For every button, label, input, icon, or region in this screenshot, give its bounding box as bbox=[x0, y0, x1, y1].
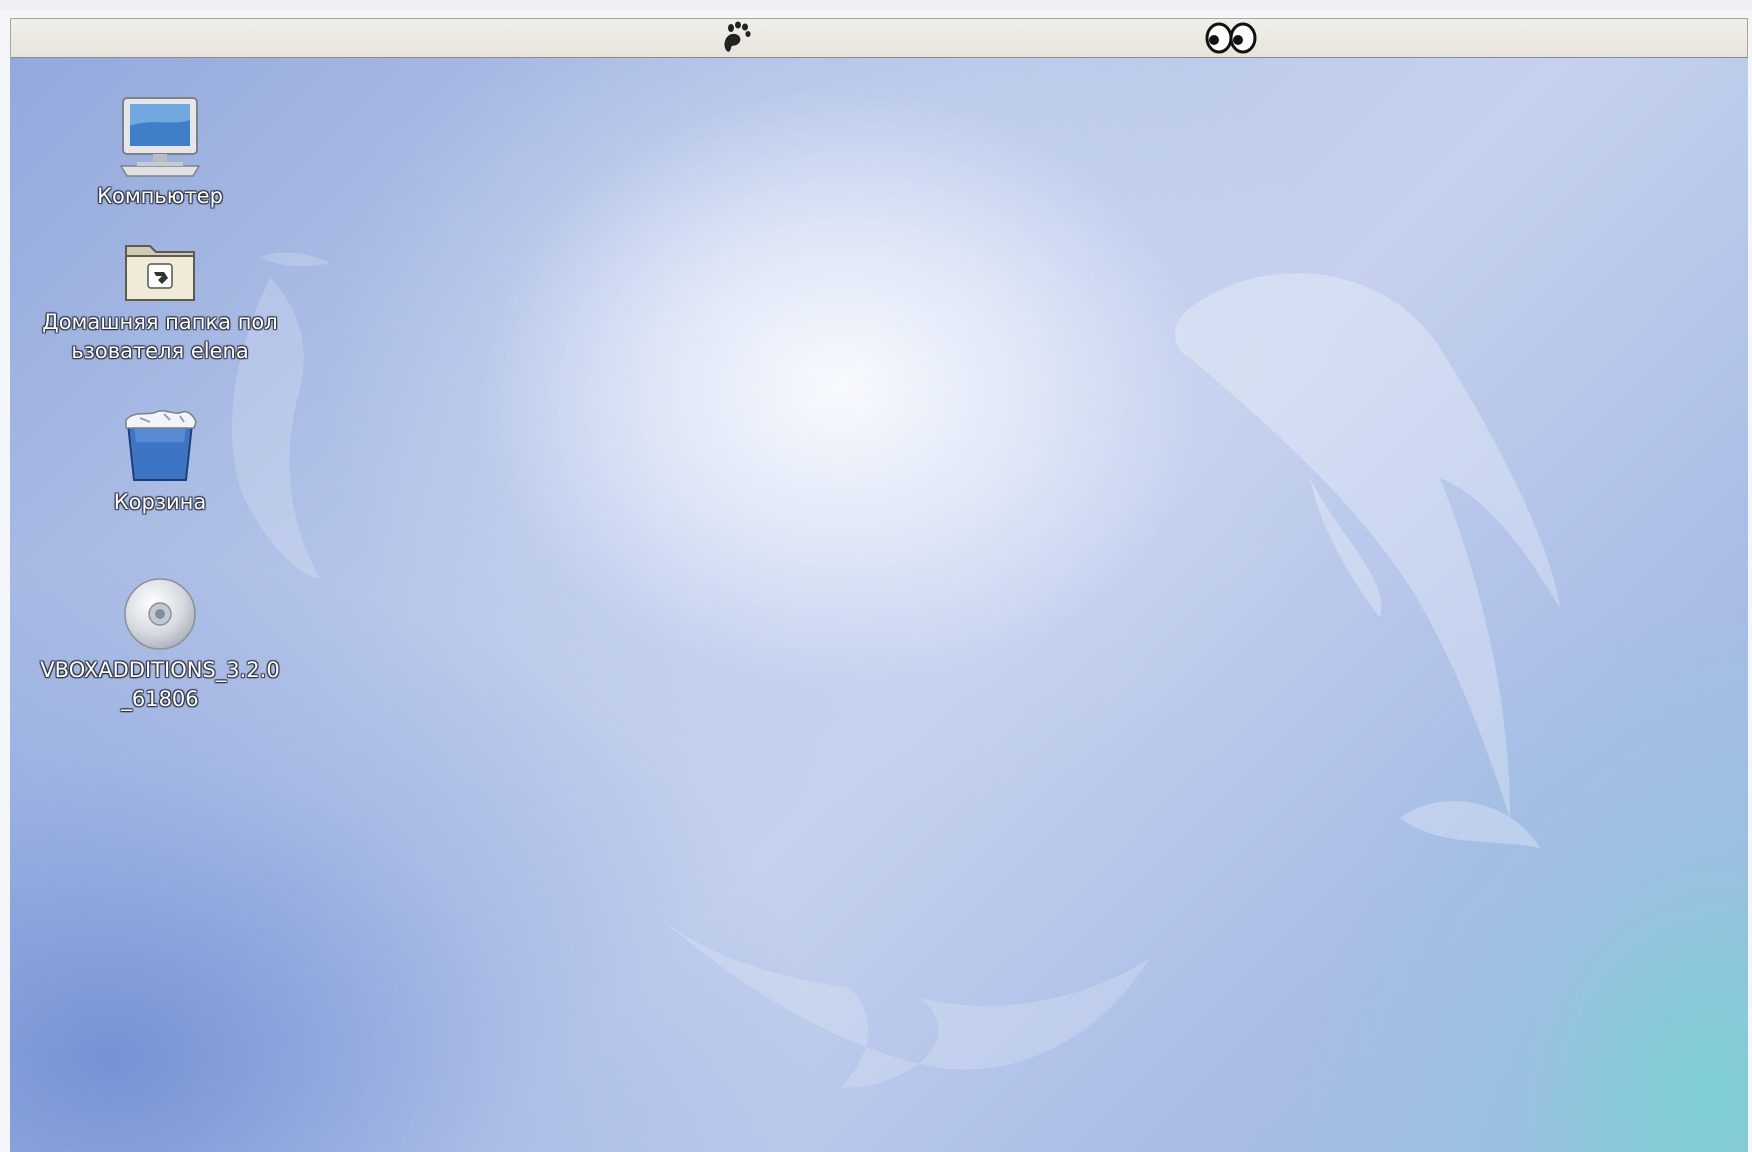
desktop[interactable]: Компьютер Домашняя папка пользователя el… bbox=[10, 58, 1748, 1152]
gnome-foot-icon[interactable] bbox=[711, 19, 761, 57]
screen: Компьютер Домашняя папка пользователя el… bbox=[0, 0, 1752, 1152]
computer-icon bbox=[119, 97, 201, 177]
trash-icon bbox=[125, 410, 197, 481]
cdrom-label: VBOXADDITIONS_3.2.0_61806 bbox=[40, 658, 280, 711]
desktop-icon-computer[interactable]: Компьютер bbox=[40, 96, 280, 211]
top-panel bbox=[10, 18, 1748, 58]
desktop-icon-trash[interactable]: Корзина bbox=[40, 408, 280, 517]
home-folder-label: Домашняя папка пользователя elena bbox=[42, 310, 278, 363]
desktop-icon-cdrom[interactable]: VBOXADDITIONS_3.2.0_61806 bbox=[40, 576, 280, 714]
eyes-icon[interactable] bbox=[1201, 19, 1261, 57]
home-folder-icon bbox=[125, 245, 195, 301]
desktop-icon-home-folder[interactable]: Домашняя папка пользователя elena bbox=[40, 238, 280, 366]
trash-label: Корзина bbox=[113, 490, 207, 514]
cdrom-icon bbox=[124, 578, 196, 650]
window-top-strip bbox=[0, 0, 1752, 10]
computer-label: Компьютер bbox=[97, 184, 223, 208]
